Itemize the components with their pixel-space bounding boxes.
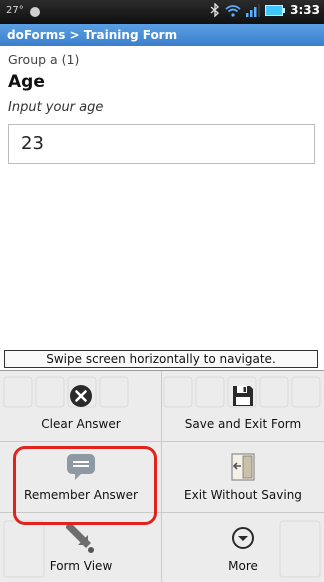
exit-without-saving-label: Exit Without Saving — [184, 488, 302, 502]
save-exit-button[interactable]: Save and Exit Form — [162, 371, 324, 441]
remember-answer-label: Remember Answer — [24, 488, 138, 502]
temperature-indicator: 27° — [6, 5, 24, 16]
status-bar: 27° 3:33 — [0, 0, 324, 24]
bluetooth-icon — [210, 3, 220, 17]
exit-without-saving-button[interactable]: Exit Without Saving — [162, 442, 324, 512]
options-menu: Clear Answer Save and Exit Form Remember… — [0, 370, 324, 582]
remember-answer-button[interactable]: Remember Answer — [0, 442, 162, 512]
clear-answer-label: Clear Answer — [41, 417, 121, 431]
question-title: Age — [8, 72, 45, 92]
form-view-label: Form View — [49, 559, 113, 573]
save-exit-label: Save and Exit Form — [184, 417, 302, 431]
clear-icon — [66, 381, 96, 411]
chevron-down-icon — [228, 523, 258, 553]
save-icon — [228, 381, 258, 411]
notification-icon — [30, 7, 40, 17]
clock: 3:33 — [290, 3, 320, 17]
chat-bubble-icon — [66, 452, 96, 482]
form-view-button[interactable]: Form View — [0, 513, 162, 582]
more-button[interactable]: More — [162, 513, 324, 582]
clear-answer-button[interactable]: Clear Answer — [0, 371, 162, 441]
signal-icon — [246, 3, 261, 17]
exit-door-icon — [228, 452, 258, 482]
form-view-icon — [66, 523, 96, 553]
breadcrumb: doForms > Training Form — [0, 24, 324, 46]
status-icons: 3:33 — [210, 3, 320, 17]
question-hint: Input your age — [8, 100, 104, 115]
battery-icon — [265, 4, 286, 16]
group-label: Group a (1) — [8, 52, 80, 67]
more-label: More — [228, 559, 258, 573]
swipe-hint: Swipe screen horizontally to navigate. — [4, 350, 318, 368]
age-input[interactable]: 23 — [8, 124, 315, 164]
wifi-icon — [225, 4, 241, 17]
